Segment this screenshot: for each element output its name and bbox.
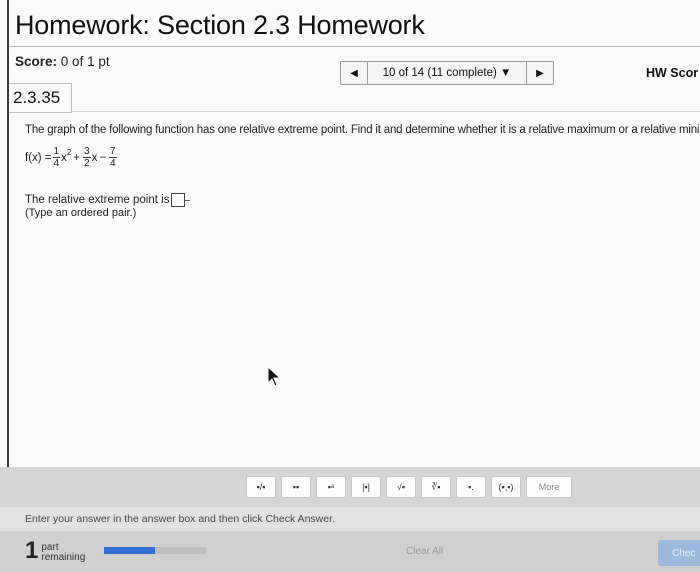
formula-exponent: 2 xyxy=(66,148,72,157)
question-divider xyxy=(71,111,700,112)
score-label: Score: xyxy=(15,54,58,69)
formula-plus: + xyxy=(73,151,80,164)
math-toolbar: ▪/▪ ▪▪ ▪ᵃ |▪| √▪ ∛▪ ▪. (▪,▪) More xyxy=(246,476,572,498)
ordered-pair-tool-button[interactable]: (▪,▪) xyxy=(491,476,521,498)
formula-lhs: f(x) = xyxy=(25,151,52,164)
page-title: Homework: Section 2.3 Homework xyxy=(15,10,425,40)
title-divider xyxy=(9,46,700,47)
more-tools-button[interactable]: More xyxy=(526,476,572,498)
progress-fill xyxy=(104,547,155,554)
check-answer-button[interactable]: Chec xyxy=(658,540,700,566)
nth-root-tool-button[interactable]: ∛▪ xyxy=(421,476,451,498)
fraction-tool-button[interactable]: ▪/▪ xyxy=(246,476,276,498)
function-formula: f(x) = 1 4 x2 + 3 2 x − 7 4 xyxy=(25,146,118,169)
prev-question-button[interactable]: ◀ xyxy=(341,62,367,84)
decimal-tool-button[interactable]: ▪. xyxy=(456,476,486,498)
hw-score-label: HW Scor xyxy=(646,66,699,80)
absolute-value-tool-button[interactable]: |▪| xyxy=(351,476,381,498)
answer-hint: (Type an ordered pair.) xyxy=(25,207,137,219)
answer-box-tail xyxy=(185,199,191,201)
answer-row: The relative extreme point is xyxy=(25,193,191,207)
progress-bar xyxy=(104,547,206,554)
square-root-tool-button[interactable]: √▪ xyxy=(386,476,416,498)
question-prompt: The graph of the following function has … xyxy=(25,124,700,136)
formula-var-2: x xyxy=(91,151,98,164)
next-question-button[interactable]: ▶ xyxy=(527,62,553,84)
parts-count: 1 xyxy=(25,537,39,564)
answer-input-box[interactable] xyxy=(171,193,186,207)
mixed-number-tool-button[interactable]: ▪▪ xyxy=(281,476,311,498)
fraction-3: 7 4 xyxy=(109,146,117,169)
question-navigator: ◀ 10 of 14 (11 complete) ▼ ▶ xyxy=(340,61,554,85)
fraction-2: 3 2 xyxy=(83,146,91,169)
clear-all-button[interactable]: Clear All xyxy=(406,546,443,557)
question-number: 2.3.35 xyxy=(13,88,61,107)
exponent-tool-button[interactable]: ▪ᵃ xyxy=(316,476,346,498)
mouse-cursor-icon xyxy=(267,366,282,387)
formula-minus: − xyxy=(99,151,107,164)
question-select-dropdown[interactable]: 10 of 14 (11 complete) ▼ xyxy=(368,67,526,79)
parts-remaining: 1 part remaining xyxy=(25,539,85,563)
answer-label: The relative extreme point is xyxy=(25,194,170,207)
fraction-1: 1 4 xyxy=(52,146,61,169)
score-value: 0 of 1 pt xyxy=(60,54,110,69)
score-display: Score: 0 of 1 pt xyxy=(15,54,110,69)
parts-label: part remaining xyxy=(41,542,86,563)
answer-instructions: Enter your answer in the answer box and … xyxy=(25,513,335,525)
